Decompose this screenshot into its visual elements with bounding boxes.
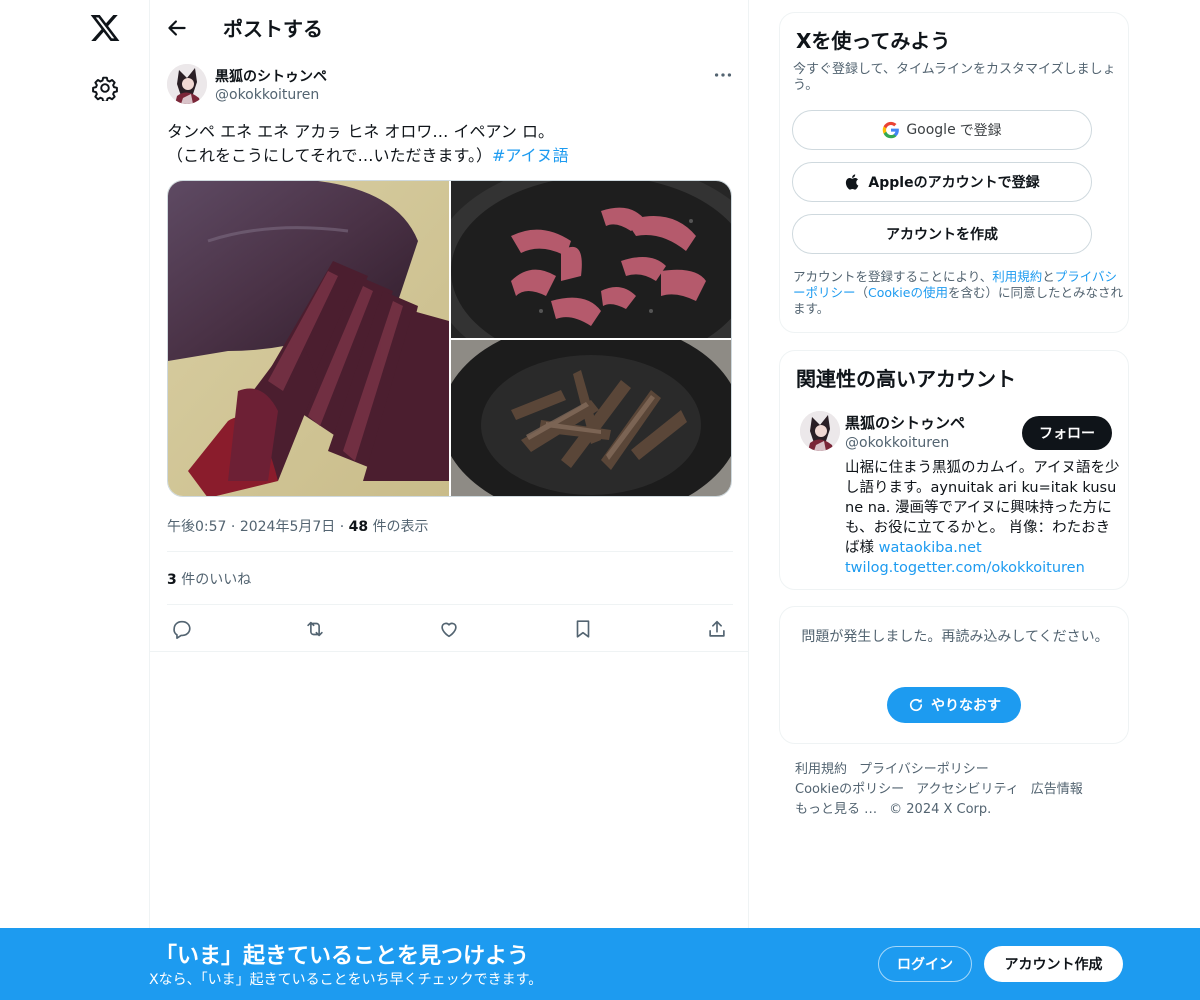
meta-separator: ·	[230, 519, 236, 535]
signup-subtitle: 今すぐ登録して、タイムラインをカスタマイズしましょう。	[793, 62, 1116, 93]
main-column: ポストする 黒狐のシトゥンペ @okokkoituren タンペ エネ エネ ア…	[149, 0, 749, 1000]
legal-prefix: アカウントを登録することにより、	[793, 269, 993, 284]
terms-link[interactable]: 利用規約	[992, 269, 1042, 284]
footer-ads-link[interactable]: 広告情報	[1031, 782, 1083, 797]
post-text-line-2: （これをこうにしてそれで…いただきます。）#アイヌ語	[167, 144, 737, 168]
post-metadata: 午後0:57 · 2024年5月7日 · 48 件の表示	[167, 516, 429, 536]
signup-legal-text: アカウントを登録することにより、利用規約とプライバシーポリシー（Cookieの使…	[793, 269, 1123, 317]
footer-links: 利用規約 プライバシーポリシー Cookieのポリシー アクセシビリティ 広告情報 も…	[795, 760, 1115, 820]
google-brand-label: Google	[906, 122, 956, 138]
banner-title: 「いま」起きていることを見つけよう	[155, 944, 530, 969]
banner-subtitle: Xなら、「いま」起きていることをいち早くチェックできます。	[149, 972, 543, 988]
google-signup-button[interactable]: Google で登録	[792, 110, 1092, 150]
bottom-signup-banner: 「いま」起きていることを見つけよう Xなら、「いま」起きていることをいち早くチェ…	[0, 928, 1200, 1000]
google-icon	[883, 121, 900, 139]
signup-title: Xを使ってみよう	[796, 29, 951, 53]
views-count: 48	[348, 519, 369, 535]
create-account-label: アカウントを作成	[886, 227, 998, 243]
post-time[interactable]: 午後0:57	[167, 519, 226, 535]
retry-button[interactable]: やりなおす	[887, 687, 1021, 723]
apple-icon	[846, 174, 859, 190]
error-message: 問題が発生しました。再読み込みしてください。	[801, 629, 1109, 645]
media-photo-raw-liver[interactable]	[168, 181, 449, 496]
legal-paren: （	[855, 285, 869, 300]
signup-card: Xを使ってみよう 今すぐ登録して、タイムラインをカスタマイズしましょう。 Goo…	[779, 12, 1129, 333]
footer-more-link[interactable]: もっと見る …	[795, 802, 877, 817]
recommended-name[interactable]: 黒狐のシトゥンペ	[845, 412, 965, 433]
meta-separator: ·	[339, 519, 345, 535]
post-actions-bar	[150, 604, 748, 652]
recommended-handle[interactable]: @okokkoituren	[845, 435, 949, 451]
legal-and: と	[1042, 269, 1055, 284]
recommended-accounts-card: 関連性の高いアカウント 黒狐のシトゥンペ @okokkoituren フォロー …	[779, 350, 1129, 590]
banner-create-account-button[interactable]: アカウント作成	[984, 946, 1123, 982]
post-date[interactable]: 2024年5月7日	[240, 519, 335, 535]
apple-signup-label: Appleのアカウントで登録	[868, 175, 1040, 191]
hashtag-link[interactable]: #アイヌ語	[492, 146, 569, 165]
reply-icon[interactable]	[171, 618, 193, 640]
cookie-link[interactable]: Cookieの使用	[868, 285, 948, 300]
page-header: ポストする	[150, 0, 748, 54]
post-media-grid	[167, 180, 732, 497]
footer-terms-link[interactable]: 利用規約	[795, 762, 847, 777]
create-account-button[interactable]: アカウントを作成	[792, 214, 1092, 254]
post-text-line-1: タンペ エネ エネ アカㇻ ヒネ オロワ… イペアン ロ。	[167, 122, 554, 141]
author-name[interactable]: 黒狐のシトゥンペ	[215, 66, 327, 86]
error-card: 問題が発生しました。再読み込みしてください。 やりなおす	[779, 606, 1129, 744]
recommended-bio: 山裾に住まう黒狐のカムイ。アイヌ語を少し語ります。aynuitak ari ku…	[845, 458, 1120, 578]
follow-button[interactable]: フォロー	[1022, 416, 1112, 450]
arrow-left-icon[interactable]	[164, 15, 190, 41]
page-title: ポストする	[223, 17, 323, 41]
x-logo-icon[interactable]	[89, 12, 121, 44]
gear-icon[interactable]	[92, 75, 118, 101]
like-icon[interactable]	[438, 618, 460, 640]
login-button[interactable]: ログイン	[878, 946, 972, 982]
bookmark-icon[interactable]	[572, 618, 594, 640]
share-icon[interactable]	[706, 618, 728, 640]
media-photo-frying-pan[interactable]	[451, 181, 731, 338]
footer-copyright: © 2024 X Corp.	[889, 802, 992, 817]
avatar[interactable]	[800, 411, 840, 451]
retry-label: やりなおす	[931, 698, 1001, 714]
refresh-icon	[909, 698, 923, 712]
likes-label: 件のいいね	[181, 572, 252, 588]
more-options-icon[interactable]	[712, 64, 734, 86]
repost-icon[interactable]	[304, 618, 326, 640]
recommended-title: 関連性の高いアカウント	[796, 367, 1016, 391]
post-text-plain: （これをこうにしてそれで…いただきます。）	[167, 146, 492, 165]
author-handle[interactable]: @okokkoituren	[215, 87, 319, 103]
avatar[interactable]	[167, 64, 207, 104]
apple-signup-button[interactable]: Appleのアカウントで登録	[792, 162, 1092, 202]
likes-summary[interactable]: 3 件のいいね	[167, 569, 251, 589]
avatar-image	[800, 411, 840, 451]
bio-link-website[interactable]: wataokiba.net	[879, 540, 982, 556]
bio-link-twilog[interactable]: twilog.togetter.com/okokkoituren	[845, 560, 1085, 576]
left-nav	[0, 0, 150, 1000]
footer-accessibility-link[interactable]: アクセシビリティ	[916, 782, 1019, 797]
likes-count: 3	[167, 572, 177, 588]
divider	[167, 551, 733, 552]
media-photo-cooked-plate[interactable]	[451, 340, 731, 496]
post-text: タンペ エネ エネ アカㇻ ヒネ オロワ… イペアン ロ。 （これをこうにしてそ…	[167, 120, 737, 168]
footer-cookie-link[interactable]: Cookieのポリシー	[795, 782, 904, 797]
avatar-image	[167, 64, 207, 104]
views-label: 件の表示	[372, 519, 429, 535]
google-signup-suffix: で登録	[959, 123, 1002, 139]
footer-privacy-link[interactable]: プライバシーポリシー	[859, 762, 989, 777]
